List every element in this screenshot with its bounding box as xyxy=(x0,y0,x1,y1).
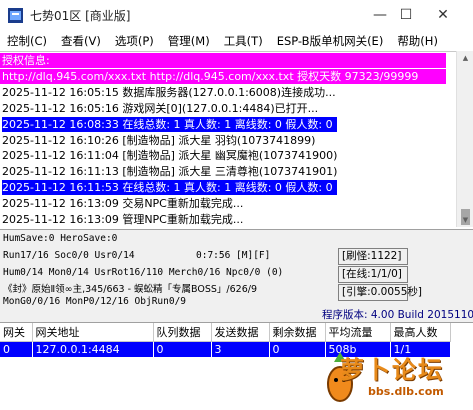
refresh-counter: [刷怪:1122] xyxy=(338,248,408,265)
col-queue[interactable]: 队列数据 xyxy=(153,323,212,342)
cell-queue: 0 xyxy=(153,341,212,357)
cell-sent: 3 xyxy=(211,341,270,357)
online-counter: [在线:1/1/0] xyxy=(338,266,408,283)
col-remaining[interactable]: 剩余数据 xyxy=(269,323,326,342)
run-status: Run17/16 Soc0/0 Usr0/14 xyxy=(3,250,135,261)
scroll-down-icon[interactable]: ▼ xyxy=(457,213,473,227)
program-version: 程序版本: 4.00 Build 20151104 xyxy=(322,309,473,321)
log-scrollbar[interactable]: ▲ ▼ xyxy=(456,51,473,227)
log-line: 2025-11-12 16:05:15 数据库服务器(127.0.0.1:600… xyxy=(2,85,336,99)
log-line: 2025-11-12 16:10:26 [制造物品] 派大星 羽钧(107374… xyxy=(2,133,316,147)
uptime-timer: 0:7:56 [M][F] xyxy=(196,250,271,261)
title-bar: 七势01区 [商业版] — ☐ ✕ xyxy=(0,0,473,31)
minimize-button[interactable]: — xyxy=(369,4,391,26)
cell-remaining: 0 xyxy=(269,341,326,357)
col-traffic[interactable]: 平均流量 xyxy=(325,323,391,342)
col-sent[interactable]: 发送数据 xyxy=(211,323,270,342)
menu-gateway[interactable]: ESP-B版单机网关(E) xyxy=(270,33,391,49)
col-gateway[interactable]: 网关 xyxy=(0,323,33,342)
log-panel[interactable]: 授权信息: http://dlq.945.com/xxx.txt http://d… xyxy=(0,51,473,227)
maximize-button[interactable]: ☐ xyxy=(395,4,417,26)
engine-timer: [引擎:0.0055秒] xyxy=(338,284,422,301)
log-line: 2025-11-12 16:05:16 游戏网关[0](127.0.0.1:44… xyxy=(2,101,319,115)
menu-view[interactable]: 查看(V) xyxy=(54,33,108,49)
log-line: 2025-11-12 16:13:09 管理NPC重新加载完成... xyxy=(2,213,244,226)
status-panel: HumSave:0 HeroSave:0 Run17/16 Soc0/0 Usr… xyxy=(0,229,473,322)
close-button[interactable]: ✕ xyxy=(432,4,454,26)
menu-options[interactable]: 选项(P) xyxy=(108,33,161,49)
menu-tools[interactable]: 工具(T) xyxy=(217,33,270,49)
cell-address: 127.0.0.1:4484 xyxy=(32,341,154,357)
col-max-users[interactable]: 最高人数 xyxy=(390,323,451,342)
log-line: 2025-11-12 16:11:53 在线总数: 1 真人数: 1 离线数: … xyxy=(2,180,337,196)
menu-manage[interactable]: 管理(M) xyxy=(161,33,217,49)
log-line: http://dlq.945.com/xxx.txt http://dlq.94… xyxy=(0,68,446,84)
menu-bar: 控制(C) 查看(V) 选项(P) 管理(M) 工具(T) ESP-B版单机网关… xyxy=(0,31,473,51)
log-line: 2025-11-12 16:08:33 在线总数: 1 真人数: 1 离线数: … xyxy=(2,116,337,132)
object-status: Hum0/14 Mon0/14 UsrRot16/110 Merch0/16 N… xyxy=(3,267,284,278)
menu-control[interactable]: 控制(C) xyxy=(0,33,54,49)
log-line: 2025-11-12 16:11:04 [制造物品] 派大星 幽冥魔袍(1073… xyxy=(2,149,338,163)
window-title: 七势01区 [商业版] xyxy=(30,9,131,23)
log-line: 2025-11-12 16:13:09 交易NPC重新加载完成... xyxy=(2,197,244,211)
save-status: HumSave:0 HeroSave:0 xyxy=(3,233,118,244)
monster-status: 《封》原始Ⅱ领∞主,345/663 - 蜈蚣精「专属BOSS」/626/9 xyxy=(3,284,258,295)
col-address[interactable]: 网关地址 xyxy=(32,323,154,342)
watermark-url: bbs.dlb.com xyxy=(368,385,444,398)
log-line: 2025-11-12 16:11:13 [制造物品] 派大星 三清尊袍(1073… xyxy=(2,165,338,179)
monster-run-status: MonG0/0/16 MonP0/12/16 ObjRun0/9 xyxy=(3,296,187,307)
app-icon xyxy=(8,8,23,23)
scroll-up-icon[interactable]: ▲ xyxy=(457,51,473,65)
log-line: 授权信息: xyxy=(0,53,446,68)
menu-help[interactable]: 帮助(H) xyxy=(390,33,445,49)
watermark-title: 萝卜论坛 xyxy=(340,356,444,384)
cell-gateway: 0 xyxy=(0,341,33,357)
table-header-row: 网关 网关地址 队列数据 发送数据 剩余数据 平均流量 最高人数 xyxy=(0,323,451,342)
